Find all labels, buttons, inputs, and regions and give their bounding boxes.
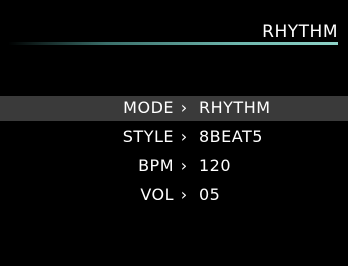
menu-item-value: 05	[199, 185, 221, 204]
screen-title: RHYTHM	[262, 22, 338, 42]
menu-item-value: 120	[199, 156, 232, 175]
menu-item-label: VOL	[140, 185, 174, 204]
menu-item-value: RHYTHM	[199, 98, 271, 117]
menu-item-label: STYLE	[122, 127, 174, 146]
menu-item-vol[interactable]: VOL › 05	[0, 183, 348, 208]
menu-item-style[interactable]: STYLE › 8BEAT5	[0, 125, 348, 150]
menu-item-label: BPM	[138, 156, 174, 175]
chevron-right-icon: ›	[180, 127, 188, 146]
header-divider	[8, 42, 338, 45]
chevron-right-icon: ›	[180, 98, 188, 117]
menu-item-bpm[interactable]: BPM › 120	[0, 154, 348, 179]
chevron-right-icon: ›	[180, 185, 188, 204]
menu-item-mode[interactable]: MODE › RHYTHM	[0, 96, 348, 121]
chevron-right-icon: ›	[180, 156, 188, 175]
menu-item-value: 8BEAT5	[199, 127, 263, 146]
device-screen: RHYTHM MODE › RHYTHM STYLE › 8BEAT5 BPM …	[0, 0, 348, 266]
menu-item-label: MODE	[123, 98, 174, 117]
settings-menu: MODE › RHYTHM STYLE › 8BEAT5 BPM › 120 V…	[0, 96, 348, 208]
